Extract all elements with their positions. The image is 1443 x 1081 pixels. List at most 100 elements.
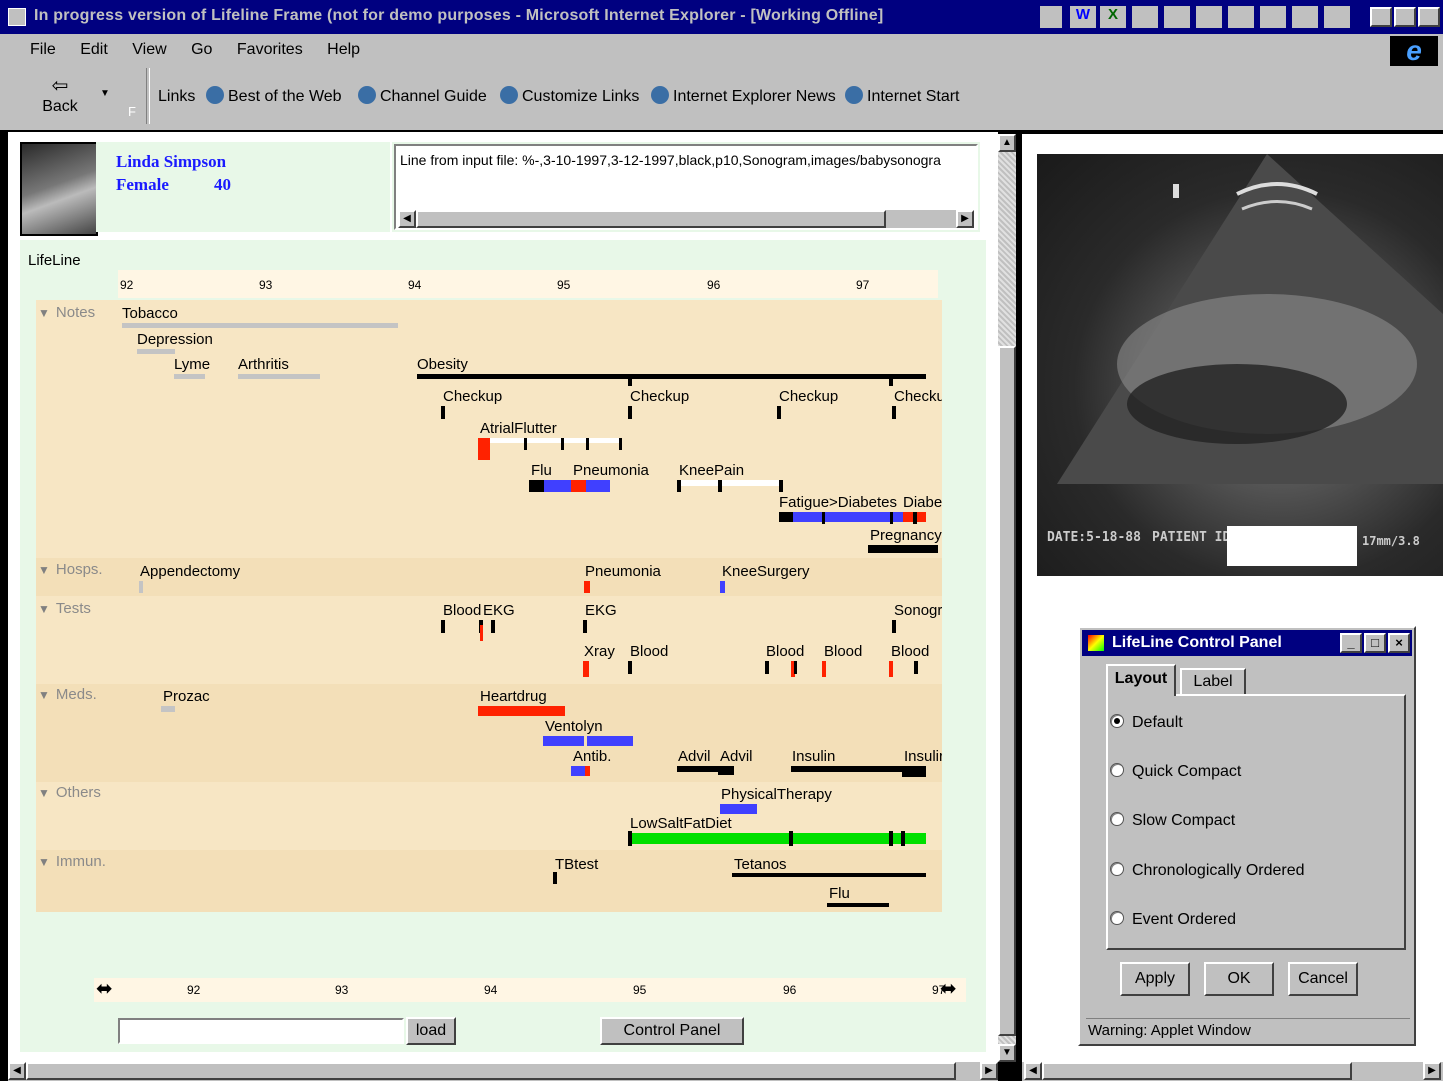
event-tick[interactable] bbox=[628, 378, 632, 386]
menu-view[interactable]: View bbox=[132, 41, 166, 58]
event-tick[interactable] bbox=[491, 620, 495, 633]
menu-file[interactable]: File bbox=[30, 41, 56, 58]
scroll-down-button[interactable]: ▼ bbox=[998, 1044, 1016, 1062]
event-label[interactable]: Flu bbox=[531, 462, 552, 479]
event-tick[interactable] bbox=[161, 706, 175, 712]
back-button[interactable]: ⇦ Back bbox=[30, 74, 90, 124]
dialog-maximize-button[interactable]: □ bbox=[1364, 633, 1386, 653]
event-bar[interactable] bbox=[490, 438, 622, 443]
event-bar[interactable] bbox=[793, 512, 903, 522]
word-icon[interactable]: W bbox=[1070, 6, 1096, 28]
event-tick[interactable] bbox=[553, 872, 557, 884]
category-notes[interactable]: ▼ Notes bbox=[38, 304, 95, 321]
ok-button[interactable]: OK bbox=[1204, 962, 1274, 996]
event-tick[interactable] bbox=[889, 831, 893, 846]
cancel-button[interactable]: Cancel bbox=[1288, 962, 1358, 996]
event-tick[interactable] bbox=[524, 438, 527, 450]
radio-icon[interactable] bbox=[1110, 812, 1124, 826]
event-bar[interactable] bbox=[417, 374, 926, 379]
event-tick[interactable] bbox=[794, 661, 797, 674]
scroll-left-button[interactable]: ◀ bbox=[398, 210, 416, 228]
forward-stub[interactable]: F bbox=[128, 104, 136, 119]
event-tick[interactable] bbox=[822, 661, 826, 677]
app-icon[interactable] bbox=[1260, 6, 1286, 28]
event-bar[interactable] bbox=[827, 903, 889, 907]
event-bar[interactable] bbox=[137, 349, 175, 354]
link-customize-links[interactable]: Customize Links bbox=[500, 86, 639, 106]
app-icon[interactable] bbox=[1196, 6, 1222, 28]
event-label[interactable]: LowSaltFatDiet bbox=[630, 815, 732, 832]
event-label[interactable]: Obesity bbox=[417, 356, 468, 373]
scroll-up-button[interactable]: ▲ bbox=[998, 134, 1016, 152]
event-label[interactable]: PhysicalTherapy bbox=[721, 786, 832, 803]
event-label[interactable]: Arthritis bbox=[238, 356, 289, 373]
event-label[interactable]: AtrialFlutter bbox=[480, 420, 557, 437]
scroll-right-button[interactable]: ▶ bbox=[980, 1062, 998, 1080]
event-tick[interactable] bbox=[822, 512, 825, 524]
apply-button[interactable]: Apply bbox=[1120, 962, 1190, 996]
event-label[interactable]: Checku bbox=[894, 388, 942, 405]
scroll-thumb[interactable] bbox=[1042, 1062, 1352, 1080]
event-tick[interactable] bbox=[441, 620, 445, 633]
control-panel-button[interactable]: Control Panel bbox=[600, 1017, 744, 1045]
restore-button[interactable]: ▫ bbox=[1394, 7, 1416, 27]
link-best-of-web[interactable]: Best of the Web bbox=[206, 86, 342, 106]
event-label[interactable]: Ventolyn bbox=[545, 718, 603, 735]
event-tick[interactable] bbox=[583, 620, 587, 633]
event-label[interactable]: Flu bbox=[829, 885, 850, 902]
left-frame-hscrollbar[interactable]: ◀ ▶ bbox=[8, 1062, 998, 1081]
event-label[interactable]: Blood bbox=[824, 643, 862, 660]
tab-layout[interactable]: Layout bbox=[1106, 664, 1176, 696]
event-tick[interactable] bbox=[901, 831, 905, 846]
event-label[interactable]: Tetanos bbox=[734, 856, 787, 873]
event-label[interactable]: Advil bbox=[720, 748, 753, 765]
scroll-right-button[interactable]: ▶ bbox=[1423, 1062, 1441, 1080]
event-bar[interactable] bbox=[543, 736, 584, 746]
event-label[interactable]: Blood bbox=[891, 643, 929, 660]
radio-icon[interactable] bbox=[1110, 763, 1124, 777]
event-label[interactable]: Blood bbox=[443, 602, 481, 619]
radio-selected-icon[interactable] bbox=[1110, 714, 1124, 728]
event-tick[interactable] bbox=[777, 406, 781, 419]
event-tick[interactable] bbox=[913, 512, 917, 524]
event-label[interactable]: EKG bbox=[483, 602, 515, 619]
menu-edit[interactable]: Edit bbox=[80, 41, 108, 58]
event-label[interactable]: Blood bbox=[630, 643, 668, 660]
app-icon[interactable] bbox=[1164, 6, 1190, 28]
event-bar[interactable] bbox=[529, 480, 544, 492]
dialog-minimize-button[interactable]: _ bbox=[1340, 633, 1362, 653]
event-label[interactable]: Checkup bbox=[443, 388, 502, 405]
event-label[interactable]: Fatigue>Diabetes bbox=[779, 494, 897, 511]
scroll-left-button[interactable]: ◀ bbox=[1024, 1062, 1042, 1080]
event-bar[interactable] bbox=[779, 512, 793, 522]
left-resize-arrow-icon[interactable]: ⬌ bbox=[96, 978, 113, 1000]
event-tick[interactable] bbox=[628, 831, 632, 846]
event-tick[interactable] bbox=[718, 480, 722, 492]
event-label[interactable]: Blood bbox=[766, 643, 804, 660]
event-label[interactable]: Pneumonia bbox=[585, 563, 661, 580]
layout-option-event-ordered[interactable]: Event Ordered bbox=[1110, 911, 1236, 929]
event-tick[interactable] bbox=[889, 661, 893, 677]
event-tick[interactable] bbox=[720, 581, 725, 593]
event-label[interactable]: Heartdrug bbox=[480, 688, 547, 705]
menu-go[interactable]: Go bbox=[191, 41, 212, 58]
layout-option-chronological[interactable]: Chronologically Ordered bbox=[1110, 862, 1305, 880]
event-tick[interactable] bbox=[139, 581, 143, 593]
layout-option-default[interactable]: Default bbox=[1110, 714, 1183, 732]
event-tick[interactable] bbox=[789, 831, 793, 846]
link-ie-news[interactable]: Internet Explorer News bbox=[651, 86, 836, 106]
event-label[interactable]: KneePain bbox=[679, 462, 744, 479]
layout-option-slow-compact[interactable]: Slow Compact bbox=[1110, 812, 1235, 830]
event-bar[interactable] bbox=[679, 480, 781, 486]
category-meds[interactable]: ▼ Meds. bbox=[38, 686, 97, 703]
event-label[interactable]: TBtest bbox=[555, 856, 598, 873]
category-hosps[interactable]: ▼ Hosps. bbox=[38, 561, 103, 578]
dialog-close-button[interactable]: × bbox=[1388, 633, 1410, 653]
right-resize-arrow-icon[interactable]: ⬌ bbox=[940, 978, 957, 1000]
load-button[interactable]: load bbox=[406, 1017, 456, 1045]
radio-icon[interactable] bbox=[1110, 911, 1124, 925]
event-label[interactable]: Tobacco bbox=[122, 305, 178, 322]
event-label[interactable]: Xray bbox=[584, 643, 615, 660]
app-icon[interactable] bbox=[1292, 6, 1318, 28]
bottom-year-ruler[interactable]: ⬌ 92 93 94 95 96 97 ⬌ bbox=[94, 978, 966, 1002]
